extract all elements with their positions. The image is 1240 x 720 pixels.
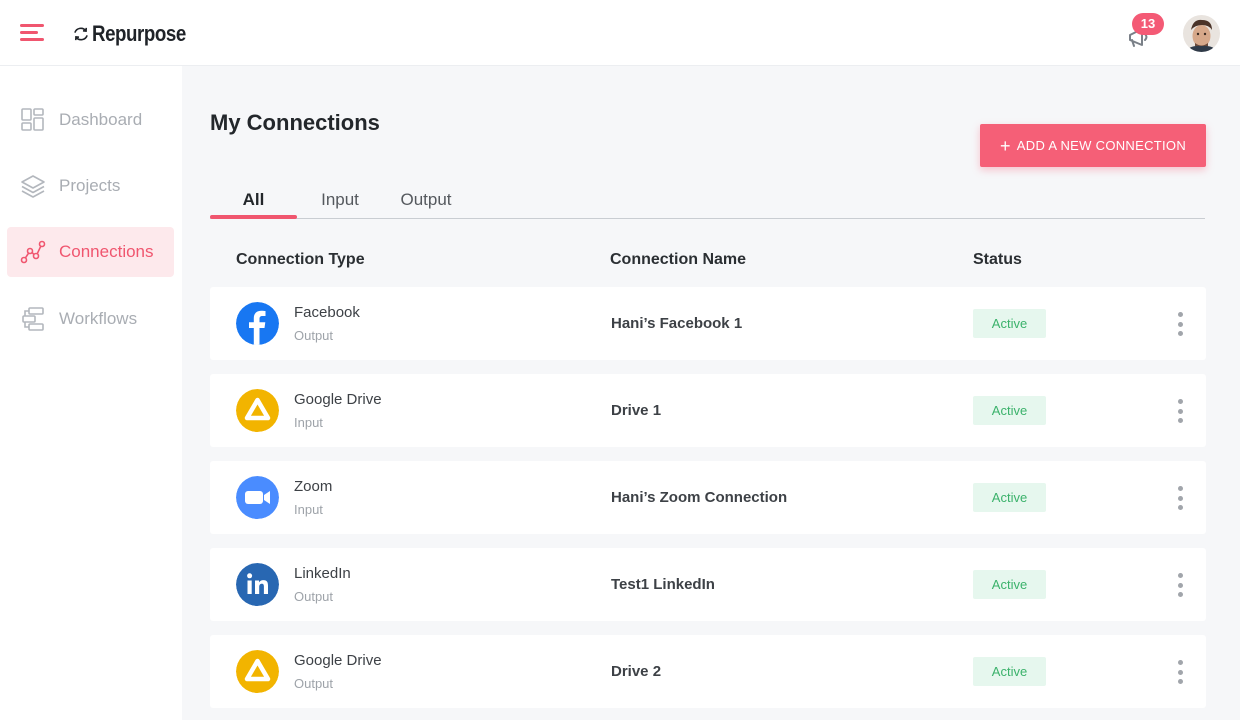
table-row[interactable]: Google Drive Input Drive 1 Active <box>210 374 1206 447</box>
connection-tabs: All Input Output <box>210 185 1205 219</box>
connection-direction: Input <box>294 502 323 517</box>
page-title: My Connections <box>210 110 380 135</box>
active-tab-indicator <box>210 215 297 219</box>
sidebar-item-workflows[interactable]: Workflows <box>7 294 174 344</box>
more-options-icon[interactable] <box>1172 571 1188 599</box>
tab-input[interactable]: Input <box>309 185 371 219</box>
workflows-icon <box>19 305 47 333</box>
connection-name: Hani’s Zoom Connection <box>611 489 788 506</box>
connection-direction: Output <box>294 589 334 604</box>
connection-name: Drive 2 <box>611 663 662 680</box>
app-logo[interactable]: Repurpose <box>72 20 202 48</box>
column-header-connection-name: Connection Name <box>610 251 747 268</box>
dashboard-icon <box>19 106 47 134</box>
menu-icon[interactable] <box>20 24 44 42</box>
more-options-icon[interactable] <box>1172 658 1188 686</box>
table-row[interactable]: Google Drive Output Drive 2 Active <box>210 635 1206 708</box>
tab-all[interactable]: All <box>210 185 297 219</box>
sidebar-item-dashboard[interactable]: Dashboard <box>7 95 174 145</box>
sidebar-item-projects[interactable]: Projects <box>7 161 174 211</box>
status-badge: Active <box>973 309 1046 338</box>
more-options-icon[interactable] <box>1172 397 1188 425</box>
connection-direction: Input <box>294 415 323 430</box>
status-badge: Active <box>973 396 1046 425</box>
linkedin-icon <box>236 563 279 606</box>
top-bar: Repurpose 13 <box>0 0 1240 66</box>
sidebar-item-label: Workflows <box>59 309 138 328</box>
status-badge: Active <box>973 483 1046 512</box>
sidebar-item-label: Dashboard <box>59 110 143 129</box>
add-new-connection-button[interactable]: + ADD A NEW CONNECTION <box>980 124 1206 167</box>
sidebar: Dashboard Projects Connections Workflows <box>0 66 182 720</box>
connection-type-name: Google Drive <box>294 391 382 408</box>
notification-count-badge[interactable]: 13 <box>1132 13 1164 35</box>
brand-name: Repurpose <box>92 21 186 46</box>
connections-icon <box>19 238 47 266</box>
sidebar-item-label: Projects <box>59 176 121 195</box>
sidebar-item-label: Connections <box>59 242 154 261</box>
zoom-icon <box>236 476 279 519</box>
sidebar-item-connections[interactable]: Connections <box>7 227 174 277</box>
connection-type-name: Facebook <box>294 304 360 321</box>
table-row[interactable]: LinkedIn Output Test1 LinkedIn Active <box>210 548 1206 621</box>
tab-output[interactable]: Output <box>392 185 460 219</box>
add-button-label: ADD A NEW CONNECTION <box>1016 138 1187 153</box>
connection-name: Test1 LinkedIn <box>611 576 715 593</box>
repurpose-logo-icon <box>74 27 88 41</box>
more-options-icon[interactable] <box>1172 484 1188 512</box>
column-header-connection-type: Connection Type <box>236 251 365 268</box>
status-badge: Active <box>973 570 1046 599</box>
layers-icon <box>19 172 47 200</box>
connection-direction: Output <box>294 676 334 691</box>
google-drive-icon <box>236 650 279 693</box>
facebook-icon <box>236 302 279 345</box>
connection-type-name: Zoom <box>294 478 333 495</box>
connection-direction: Output <box>294 328 334 343</box>
connection-type-name: Google Drive <box>294 652 382 669</box>
column-header-status: Status <box>973 251 1022 268</box>
connection-name: Hani’s Facebook 1 <box>611 315 743 332</box>
connection-type-name: LinkedIn <box>294 565 351 582</box>
connection-name: Drive 1 <box>611 402 662 419</box>
table-row[interactable]: Facebook Output Hani’s Facebook 1 Active <box>210 287 1206 360</box>
more-options-icon[interactable] <box>1172 310 1188 338</box>
table-row[interactable]: Zoom Input Hani’s Zoom Connection Active <box>210 461 1206 534</box>
google-drive-icon <box>236 389 279 432</box>
user-avatar[interactable] <box>1183 15 1220 52</box>
plus-icon: + <box>999 135 1011 156</box>
status-badge: Active <box>973 657 1046 686</box>
